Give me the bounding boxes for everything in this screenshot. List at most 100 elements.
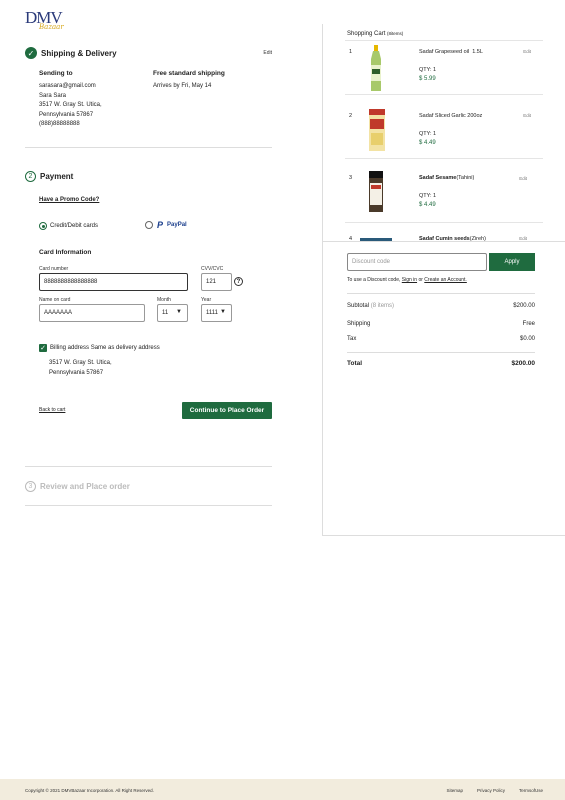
payment-option-paypal[interactable]: P PayPal xyxy=(145,220,187,230)
apply-button[interactable]: Apply xyxy=(489,253,535,271)
order-summary: Discount code Apply To use a Discount co… xyxy=(323,241,565,536)
card-number-label: Card number xyxy=(39,266,69,272)
review-step-header: 3 Review and Place order xyxy=(25,481,130,492)
radio-selected-icon[interactable] xyxy=(39,222,47,230)
item-name: Sadaf Grapeseed oil 1.5L xyxy=(419,49,483,55)
sending-to-block: Sending to sarasara@gmail.com Sara Sara … xyxy=(39,70,159,130)
item-qty: QTY: 1 xyxy=(419,131,437,137)
item-price: $ 5.99 xyxy=(419,76,436,82)
month-value: 11 xyxy=(162,310,169,316)
shipping-edit-link[interactable]: Edit xyxy=(263,50,272,56)
cart-title-text: Shopping Cart xyxy=(347,31,386,37)
billing-line: 3517 W. Gray St. Utica, xyxy=(49,360,112,366)
sitemap-link[interactable]: Sitemap xyxy=(446,788,463,793)
discount-note: To use a Discount code, Sign in or Creat… xyxy=(347,277,467,283)
sending-to-label: Sending to xyxy=(39,70,73,77)
shipping-method-block: Free standard shipping Arrives by Fri, M… xyxy=(153,70,273,92)
tax-row: Tax $0.00 xyxy=(347,336,535,342)
divider xyxy=(345,40,543,41)
card-number-input[interactable]: 8888888888888888 xyxy=(39,273,188,291)
item-edit-link[interactable]: Edit xyxy=(523,49,531,54)
sliced-garlic-image xyxy=(369,109,385,151)
shipping-value: Free xyxy=(522,321,535,327)
sesame-tahini-image xyxy=(369,171,383,212)
divider xyxy=(345,94,543,95)
shipping-label: Shipping xyxy=(347,321,371,327)
terms-of-use-link[interactable]: TermsofUse xyxy=(519,788,543,793)
privacy-policy-link[interactable]: Privacy Policy xyxy=(477,788,505,793)
item-qty: QTY: 1 xyxy=(419,193,437,199)
payment-option-card[interactable]: Credit/Debit cards xyxy=(39,222,98,230)
shipping-row: Shipping Free xyxy=(347,321,535,327)
cart-item: 2 Sadaf Sliced Garlic 200oz Edit QTY: 1 … xyxy=(345,109,543,173)
item-extra: (Tahini) xyxy=(456,175,475,181)
cart-item: 1 Sadaf Grapeseed oil 1.5L Edit QTY: 1 $… xyxy=(345,45,543,109)
subtotal-row: Subtotal (8 items) $200.00 xyxy=(347,303,535,309)
subtotal-label: Subtotal xyxy=(347,303,370,309)
year-select[interactable]: 1111 ▼ xyxy=(201,304,232,322)
cart-item: 3 Sadaf Sesame(Tahini) Edit QTY: 1 $ 4.4… xyxy=(345,171,543,235)
cart-title: Shopping Cart (8items) xyxy=(347,31,403,37)
total-label: Total xyxy=(347,360,363,367)
discount-code-input[interactable]: Discount code xyxy=(347,253,487,271)
cvv-input[interactable]: 121 xyxy=(201,273,232,291)
year-label: Year xyxy=(201,297,212,303)
billing-same-label: Billing address Same as delivery address xyxy=(50,345,160,351)
address-line: Sara Sara xyxy=(39,92,67,99)
card-info-title: Card Information xyxy=(39,249,92,256)
divider xyxy=(25,147,272,148)
cvv-label: CVV/CVC xyxy=(201,266,224,272)
item-edit-link[interactable]: Edit xyxy=(523,113,531,118)
item-price: $ 4.49 xyxy=(419,202,436,208)
card-option-label: Credit/Debit cards xyxy=(50,223,99,229)
back-to-cart-link[interactable]: Back to cart xyxy=(39,407,65,413)
sign-in-link[interactable]: Sign in xyxy=(402,277,417,283)
brand-logo[interactable]: DMV Bazaar xyxy=(25,9,69,34)
tax-label: Tax xyxy=(347,336,357,342)
checkbox-checked-icon[interactable]: ✓ xyxy=(39,344,47,352)
step-number: 3 xyxy=(25,481,36,492)
divider xyxy=(345,158,543,159)
item-number: 1 xyxy=(349,49,353,55)
year-value: 1111 xyxy=(206,310,219,316)
name-on-card-input[interactable]: AAAAAAA xyxy=(39,304,145,322)
create-account-link[interactable]: Create an Account. xyxy=(424,277,467,283)
review-title: Review and Place order xyxy=(40,482,130,491)
step-number: 2 xyxy=(25,171,36,182)
name-on-card-label: Name on card xyxy=(39,297,71,303)
billing-line: Pennsylvania 57867 xyxy=(49,369,104,376)
help-icon[interactable]: ? xyxy=(234,277,243,286)
divider xyxy=(25,505,272,506)
item-number: 3 xyxy=(349,175,353,181)
divider xyxy=(25,466,272,467)
caret-down-icon: ▼ xyxy=(176,309,182,315)
address-line: 3517 W. Gray St. Utica, xyxy=(39,102,102,108)
promo-code-link[interactable]: Have a Promo Code? xyxy=(39,197,99,203)
payment-step-header: 2 Payment xyxy=(25,171,73,182)
note-or: or xyxy=(418,277,423,283)
grapeseed-oil-image xyxy=(371,45,381,91)
subtotal-count: (8 items) xyxy=(370,303,395,309)
shipping-title: Shipping & Delivery xyxy=(41,48,117,58)
logo-subtext: Bazaar xyxy=(39,23,64,31)
month-select[interactable]: 11 ▼ xyxy=(157,304,188,322)
item-name-text: Sadaf Grapeseed oil xyxy=(419,49,470,55)
billing-same-checkbox[interactable]: ✓ Billing address Same as delivery addre… xyxy=(39,344,160,352)
address-line: (888)88888888 xyxy=(39,121,80,127)
check-icon: ✓ xyxy=(25,47,37,59)
item-edit-link[interactable]: Edit xyxy=(519,176,527,181)
radio-unselected-icon[interactable] xyxy=(145,221,153,229)
continue-button[interactable]: Continue to Place Order xyxy=(182,402,272,419)
item-name: Sadaf Sliced Garlic 200oz xyxy=(419,113,483,119)
footer: Copyright © 2021 DMVBazaar Incorporation… xyxy=(0,779,565,800)
total-row: Total $200.00 xyxy=(347,360,535,367)
address-line: sarasara@gmail.com xyxy=(39,83,96,89)
payment-title: Payment xyxy=(40,172,74,181)
month-label: Month xyxy=(157,297,171,303)
shipping-address: sarasara@gmail.com Sara Sara 3517 W. Gra… xyxy=(39,82,159,130)
item-name: Sadaf Sesame(Tahini) xyxy=(419,175,474,181)
shipping-method-label: Free standard shipping xyxy=(153,70,225,77)
tax-value: $0.00 xyxy=(519,336,535,342)
divider xyxy=(347,293,535,294)
paypal-option-label: PayPal xyxy=(167,222,187,228)
